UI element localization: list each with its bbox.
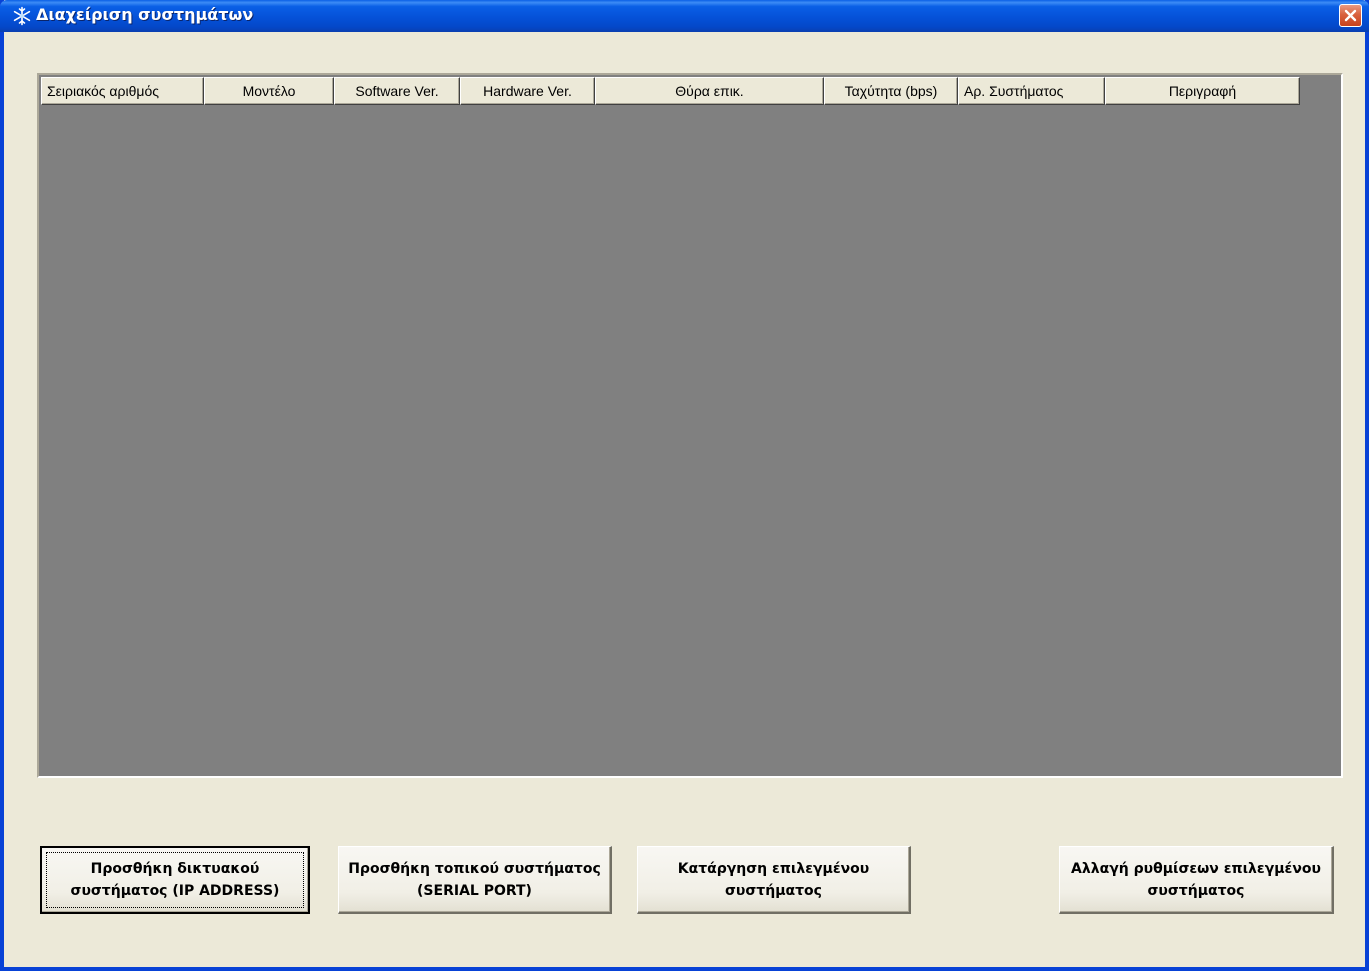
add-network-system-button[interactable]: Προσθήκη δικτυακού συστήματος (IP ADDRES… <box>40 846 310 914</box>
snowflake-icon <box>12 6 32 26</box>
title-bar[interactable]: Διαχείριση συστημάτων <box>0 0 1369 32</box>
column-header-hardware-version[interactable]: Hardware Ver. <box>460 77 595 105</box>
add-local-system-label: Προσθήκη τοπικού συστήματος (SERIAL PORT… <box>348 860 601 899</box>
window-title: Διαχείριση συστημάτων <box>36 5 254 24</box>
column-header-speed[interactable]: Ταχύτητα (bps) <box>824 77 958 105</box>
column-header-model[interactable]: Μοντέλο <box>204 77 334 105</box>
systems-management-window: Διαχείριση συστημάτων Σειριακός αριθμός … <box>0 0 1369 971</box>
column-header-system-number[interactable]: Αρ. Συστήματος <box>958 77 1105 105</box>
change-system-settings-button[interactable]: Αλλαγή ρυθμίσεων επιλεγμένου συστήματος <box>1059 846 1334 914</box>
column-header-comm-port[interactable]: Θύρα επικ. <box>595 77 824 105</box>
systems-list[interactable]: Σειριακός αριθμός Μοντέλο Software Ver. … <box>37 73 1343 778</box>
column-header-software-version[interactable]: Software Ver. <box>334 77 460 105</box>
column-header-description[interactable]: Περιγραφή <box>1105 77 1300 105</box>
add-network-system-label: Προσθήκη δικτυακού συστήματος (IP ADDRES… <box>70 861 280 899</box>
list-header: Σειριακός αριθμός Μοντέλο Software Ver. … <box>41 77 1300 105</box>
close-button[interactable] <box>1339 4 1362 27</box>
close-icon <box>1344 9 1357 22</box>
change-system-settings-label: Αλλαγή ρυθμίσεων επιλεγμένου συστήματος <box>1071 860 1321 899</box>
remove-selected-system-button[interactable]: Κατάργηση επιλεγμένου συστήματος <box>637 846 911 914</box>
add-local-system-button[interactable]: Προσθήκη τοπικού συστήματος (SERIAL PORT… <box>338 846 612 914</box>
column-header-serial-number[interactable]: Σειριακός αριθμός <box>41 77 204 105</box>
remove-selected-system-label: Κατάργηση επιλεγμένου συστήματος <box>677 860 870 899</box>
